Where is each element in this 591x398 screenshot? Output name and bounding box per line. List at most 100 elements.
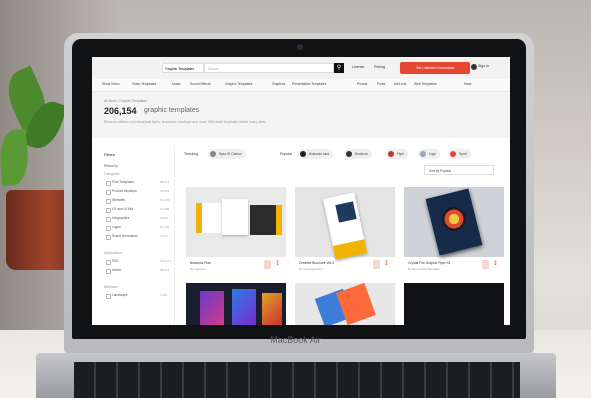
laptop-brand-label: MacBook Air (270, 335, 321, 345)
checkbox[interactable] (106, 260, 111, 265)
template-card[interactable] (295, 282, 395, 325)
card-title[interactable]: Creative Brochure Vol.3 (299, 261, 334, 265)
pill-label: Brochure (355, 152, 368, 156)
sort-select[interactable]: Sort by Popular (424, 165, 494, 175)
filter-count: 89,314 (160, 180, 170, 184)
card-thumbnail[interactable] (404, 187, 504, 257)
download-icon[interactable]: ↧ (492, 260, 499, 269)
bookmark-icon[interactable] (373, 260, 380, 269)
nav-video-templates[interactable]: Video Templates (132, 82, 156, 86)
filter-scene-generators[interactable]: Scene Generators (112, 234, 138, 238)
checkbox[interactable] (106, 235, 111, 240)
categories-heading: Categories (104, 172, 120, 176)
popular-label: Popular (280, 152, 293, 156)
popular-pill-brochure[interactable]: Brochure (344, 149, 372, 159)
filter-landscape[interactable]: Landscape (112, 293, 128, 297)
pill-label: Business card (309, 152, 330, 156)
card-thumbnail[interactable] (186, 283, 286, 325)
nav-sound-effects[interactable]: Sound Effects (190, 82, 210, 86)
mockup-page (262, 293, 282, 325)
trending-pill[interactable]: Spec ID Carbon (208, 149, 246, 159)
checkbox[interactable] (106, 199, 111, 204)
nav-graphics[interactable]: Graphics (272, 82, 285, 86)
checkbox[interactable] (106, 217, 111, 222)
template-card[interactable] (404, 283, 504, 325)
results-label: graphic templates (144, 107, 200, 114)
nav-music[interactable]: Music (172, 82, 181, 86)
filter-count: 132,114 (160, 259, 171, 263)
card-title[interactable]: Crystal Fire Graphic Flyer Kit (408, 261, 450, 265)
applications-heading: Applications (104, 251, 122, 255)
filter-print-templates[interactable]: Print Templates (112, 180, 134, 184)
filter-product-mockups[interactable]: Product Mockups (112, 189, 137, 193)
card-author[interactable]: By ElementMeTemplate (408, 267, 440, 271)
download-icon[interactable]: ↧ (274, 260, 281, 269)
filter-count: 5,318 (160, 234, 168, 238)
filter-count: 7,901 (160, 293, 168, 297)
refine-heading: Refine by (104, 164, 118, 168)
sign-in-link[interactable]: Sign In (478, 64, 489, 68)
checkbox[interactable] (106, 208, 111, 213)
template-card[interactable]: Business Plan By ingoprint ↧ (186, 187, 286, 273)
nav-fonts[interactable]: Fonts (377, 82, 385, 86)
pricing-link[interactable]: Pricing (374, 65, 385, 69)
mockup-page (232, 289, 256, 325)
mockup-page (335, 201, 357, 223)
checkbox[interactable] (106, 190, 111, 195)
template-card[interactable]: Crystal Fire Graphic Flyer Kit By Elemen… (404, 187, 504, 273)
user-avatar-icon[interactable] (471, 64, 477, 70)
card-author[interactable]: By ambergraphics (299, 267, 323, 271)
popular-pill-flyer[interactable]: Flyer (386, 149, 409, 159)
checkbox[interactable] (106, 294, 111, 299)
popular-pill-logo[interactable]: Logo (418, 149, 441, 159)
filter-count: 21,740 (160, 225, 170, 229)
template-card[interactable] (186, 283, 286, 325)
trending-label: Trending (184, 152, 199, 156)
popular-pill-sport[interactable]: Sport (448, 149, 471, 159)
nav-web-templates[interactable]: Web Templates (414, 82, 437, 86)
results-count: 206,154 (104, 106, 137, 116)
card-author[interactable]: By ingoprint (190, 267, 206, 271)
breadcrumb[interactable]: All Items / Graphic Templates (104, 99, 147, 103)
card-title[interactable]: Business Plan (190, 261, 211, 265)
get-unlimited-downloads-button[interactable]: Get Unlimited Downloads (400, 62, 470, 74)
card-thumbnail[interactable] (186, 187, 286, 257)
filter-logos[interactable]: Logos (112, 225, 121, 229)
mockup-page (196, 203, 224, 233)
checkbox[interactable] (106, 269, 111, 274)
filter-count: 33,893 (160, 189, 170, 193)
keyboard (74, 362, 520, 398)
nav-more[interactable]: More (464, 82, 472, 86)
category-select[interactable]: Graphic Templates (162, 63, 204, 73)
nav-presentation-templates[interactable]: Presentation Templates (292, 82, 326, 86)
card-thumbnail[interactable] (295, 282, 395, 325)
card-thumbnail[interactable] (295, 187, 395, 260)
bookmark-icon[interactable] (264, 260, 271, 269)
checkbox[interactable] (106, 181, 111, 186)
template-card[interactable]: Creative Brochure Vol.3 By ambergraphics… (295, 187, 395, 273)
filters-toggle[interactable]: Filters (104, 152, 115, 157)
checkbox[interactable] (106, 226, 111, 231)
filter-websites[interactable]: Websites (112, 198, 125, 202)
nav-photos[interactable]: Photos (357, 82, 367, 86)
filter-infographics[interactable]: Infographics (112, 216, 129, 220)
popular-pill-business-card[interactable]: Business card (298, 149, 334, 159)
pill-label: Spec ID Carbon (219, 152, 242, 156)
filter-adobe[interactable]: Adobe (112, 268, 121, 272)
pill-label: Logo (429, 152, 437, 156)
nav-graphic-templates[interactable]: Graphic Templates (225, 82, 252, 86)
filter-count: 29,185 (160, 198, 170, 202)
nav-stock-video[interactable]: Stock Video (102, 82, 120, 86)
download-icon[interactable]: ↧ (383, 260, 390, 269)
nav-add-ons[interactable]: Add-ons (394, 82, 406, 86)
search-input[interactable]: Search (204, 63, 334, 73)
bookmark-icon[interactable] (482, 260, 489, 269)
card-thumbnail[interactable] (404, 283, 504, 325)
top-bar: Graphic Templates Search ⚲ License Prici… (92, 57, 510, 79)
filter-ux-ui-kits[interactable]: UX and UI Kits (112, 207, 133, 211)
search-icon[interactable]: ⚲ (334, 63, 344, 73)
pill-label: Flyer (397, 152, 405, 156)
license-link[interactable]: License (352, 65, 364, 69)
filter-psd[interactable]: PSD (112, 259, 119, 263)
filter-count: 98,214 (160, 268, 170, 272)
